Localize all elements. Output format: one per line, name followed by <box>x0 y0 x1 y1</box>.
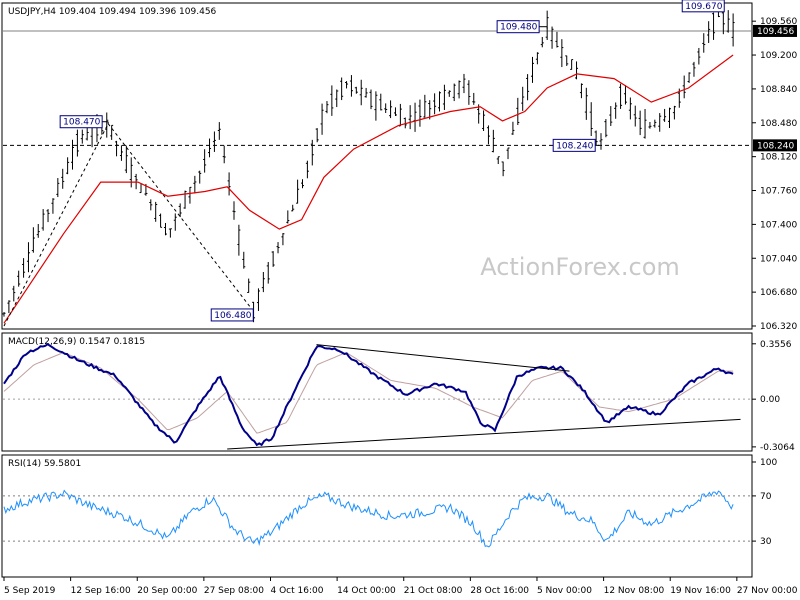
macd-panel-title: MACD(12,26,9) 0.1547 0.1815 <box>8 337 145 347</box>
price-y-tick-label: 108.480 <box>760 119 797 129</box>
price-y-tick-label: 106.320 <box>760 322 797 332</box>
watermark: ActionForex.com <box>480 253 680 281</box>
x-tick-label: 14 Oct 00:00 <box>337 586 396 596</box>
annotation-label: 109.670 <box>685 2 722 12</box>
x-tick-label: 5 Nov 00:00 <box>537 586 592 596</box>
x-tick-label: 27 Nov 00:00 <box>737 586 798 596</box>
x-tick-label: 5 Sep 2019 <box>4 586 56 596</box>
x-tick-label: 27 Sep 08:00 <box>204 586 264 596</box>
annotation-label: 108.470 <box>63 118 100 128</box>
price-y-tick-label: 109.200 <box>760 51 797 61</box>
rsi-y-tick-label: 100 <box>760 458 777 468</box>
rsi-panel-title: RSI(14) 59.5801 <box>8 459 81 469</box>
rsi-y-tick-label: 30 <box>760 537 772 547</box>
macd-y-tick-label: 0.3556 <box>760 340 792 350</box>
annotation-label: 106.480 <box>214 311 251 321</box>
price-y-tick-label: 108.120 <box>760 153 797 163</box>
x-tick-label: 28 Oct 16:00 <box>470 586 529 596</box>
rsi-y-tick-label: 70 <box>760 492 772 502</box>
price-y-tick-label: 107.040 <box>760 254 797 264</box>
price-y-tick-label: 107.760 <box>760 187 797 197</box>
x-tick-label: 12 Sep 16:00 <box>71 586 131 596</box>
price-level-label: 109.456 <box>757 27 794 37</box>
price-level-label: 108.240 <box>757 141 794 151</box>
x-tick-label: 20 Sep 00:00 <box>137 586 197 596</box>
price-y-tick-label: 107.400 <box>760 220 797 230</box>
price-y-tick-label: 106.680 <box>760 288 797 298</box>
x-tick-label: 4 Oct 16:00 <box>270 586 323 596</box>
x-tick-label: 19 Nov 16:00 <box>670 586 731 596</box>
x-tick-label: 12 Nov 08:00 <box>604 586 665 596</box>
macd-y-tick-label: 0.00 <box>760 395 780 405</box>
annotation-label: 108.240 <box>556 141 593 151</box>
annotation-label: 109.480 <box>500 23 537 33</box>
price-panel-title: USDJPY,H4 109.404 109.494 109.396 109.45… <box>8 7 217 17</box>
forex-chart: USDJPY,H4 109.404 109.494 109.396 109.45… <box>0 0 800 600</box>
x-tick-label: 21 Oct 08:00 <box>404 586 463 596</box>
price-y-tick-label: 108.840 <box>760 85 797 95</box>
macd-y-tick-label: -0.3064 <box>760 443 795 453</box>
